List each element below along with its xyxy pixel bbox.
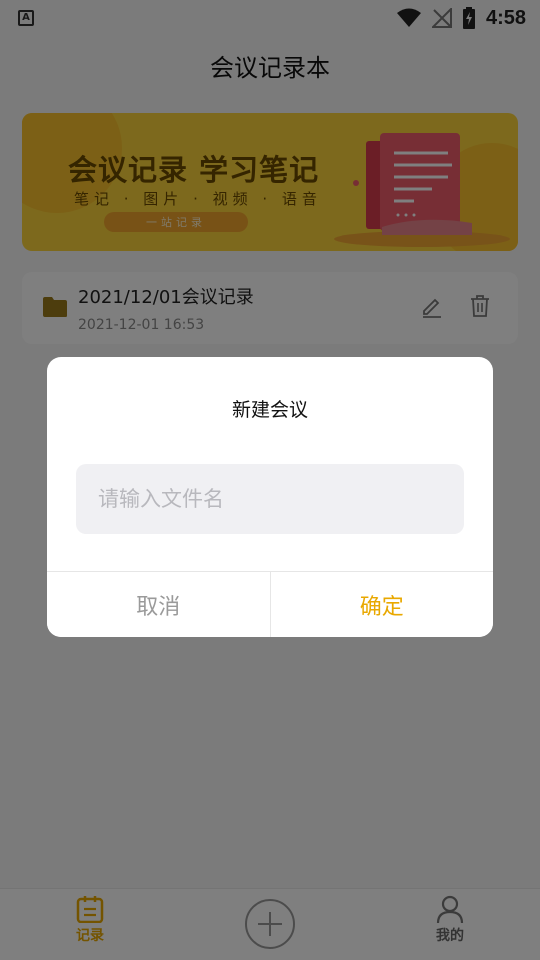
- filename-input[interactable]: [76, 464, 464, 534]
- cancel-button[interactable]: 取消: [47, 572, 271, 637]
- new-meeting-dialog: 新建会议 取消 确定: [47, 357, 493, 637]
- dialog-title: 新建会议: [231, 399, 308, 421]
- confirm-button[interactable]: 确定: [270, 572, 493, 637]
- dialog-actions: 取消 确定: [47, 571, 493, 637]
- app-screen: A 4:58 会议记录本 会议记录 学习笔记 笔记 · 图片 · 视频 · 语音: [0, 0, 540, 960]
